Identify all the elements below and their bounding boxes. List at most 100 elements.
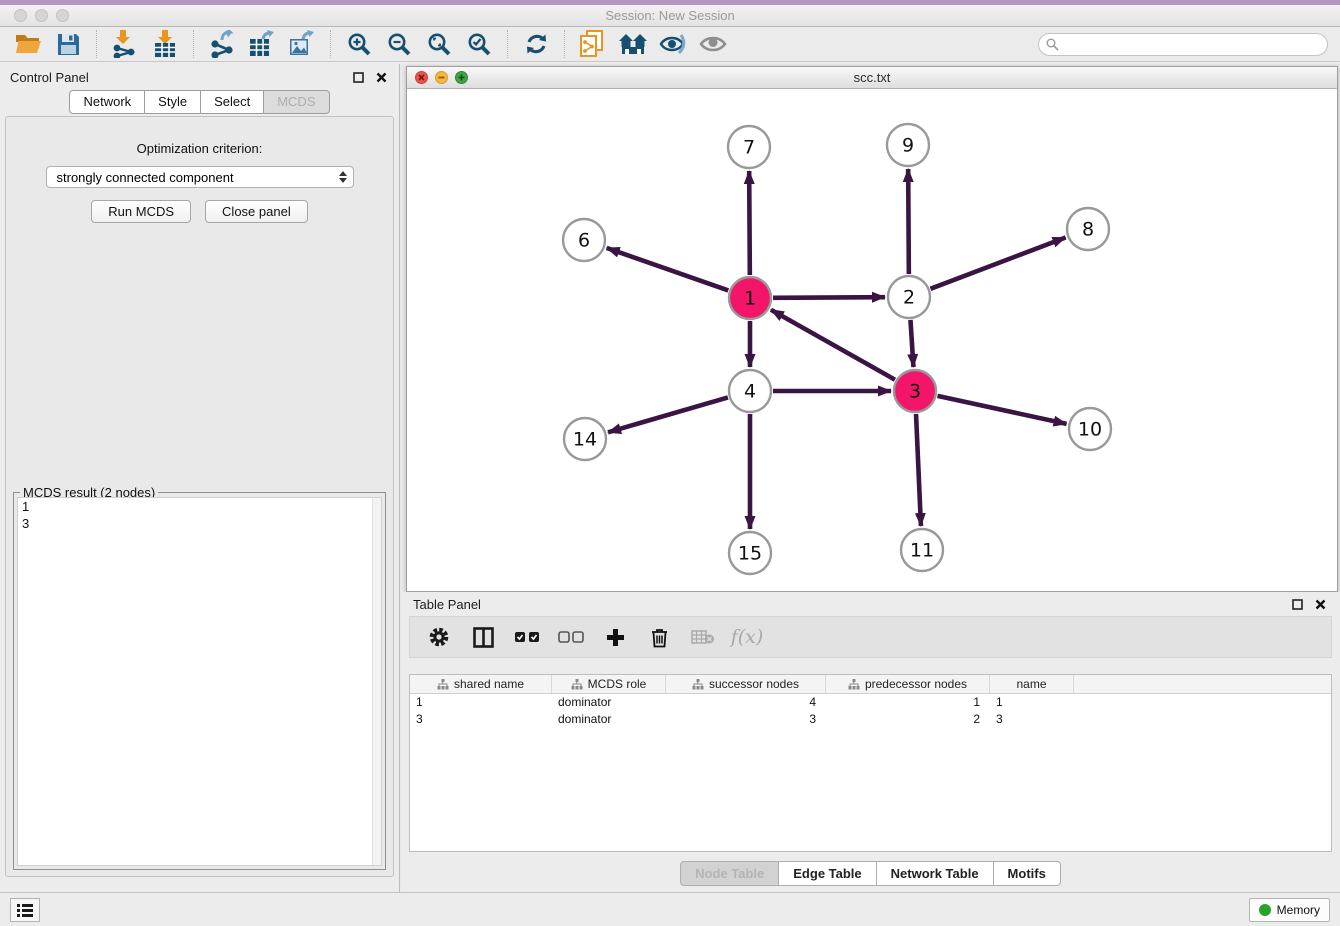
export-image-icon[interactable]: [287, 29, 317, 59]
select-all-icon[interactable]: [510, 622, 544, 652]
graph-node-2[interactable]: 2: [888, 276, 930, 318]
mcds-result-textarea[interactable]: 13: [17, 497, 382, 866]
network-view-window: scc.txt 7 9 6 8 1 2 4 3 14 10 15 11: [406, 66, 1338, 592]
export-network-icon[interactable]: [207, 29, 237, 59]
graph-node-9[interactable]: 9: [887, 124, 929, 166]
tab-edge-table[interactable]: Edge Table: [779, 861, 876, 886]
gear-icon[interactable]: [422, 622, 456, 652]
column-header-predecessor-nodes[interactable]: predecessor nodes: [826, 675, 990, 693]
refresh-icon[interactable]: [521, 29, 551, 59]
table-row[interactable]: 1dominator411: [410, 694, 1331, 711]
tab-select[interactable]: Select: [201, 90, 264, 114]
column-header-name[interactable]: name: [990, 675, 1074, 693]
zoom-window-button[interactable]: [56, 9, 69, 22]
graph-node-3[interactable]: 3: [894, 370, 936, 412]
tab-network-table[interactable]: Network Table: [877, 861, 994, 886]
cell-shared-name[interactable]: 1: [410, 694, 552, 711]
result-scrollbar[interactable]: [372, 498, 381, 865]
run-mcds-button[interactable]: Run MCDS: [91, 200, 191, 223]
graph-node-1[interactable]: 1: [729, 277, 771, 319]
close-panel-button[interactable]: Close panel: [205, 200, 308, 223]
tab-mcds[interactable]: MCDS: [264, 90, 329, 114]
edge-3-11[interactable]: [916, 414, 921, 526]
tab-network[interactable]: Network: [69, 90, 145, 114]
edge-1-6[interactable]: [607, 248, 729, 290]
cell-predecessor-nodes[interactable]: 1: [826, 694, 990, 711]
frame-zoom-button[interactable]: [455, 71, 468, 84]
export-table-icon[interactable]: [247, 29, 277, 59]
column-header-shared-name[interactable]: shared name: [410, 675, 552, 693]
task-list-icon[interactable]: [10, 898, 40, 922]
edge-3-10[interactable]: [937, 396, 1066, 424]
edge-3-1[interactable]: [771, 310, 895, 380]
table-row[interactable]: 3dominator323: [410, 711, 1331, 728]
graph-node-15[interactable]: 15: [729, 532, 771, 574]
graph-node-8[interactable]: 8: [1067, 208, 1109, 250]
cell-name[interactable]: 1: [990, 694, 1074, 711]
svg-text:14: 14: [573, 429, 597, 451]
function-builder-icon[interactable]: f(x): [730, 622, 764, 652]
zoom-selected-icon[interactable]: [464, 29, 494, 59]
edge-2-9[interactable]: [908, 169, 909, 274]
open-folder-icon[interactable]: [13, 29, 43, 59]
edge-1-7[interactable]: [749, 171, 750, 275]
cell-MCDS-role[interactable]: dominator: [552, 711, 666, 728]
cell-successor-nodes[interactable]: 4: [666, 694, 826, 711]
cell-name[interactable]: 3: [990, 711, 1074, 728]
cell-MCDS-role[interactable]: dominator: [552, 694, 666, 711]
network-from-file-icon[interactable]: [578, 29, 608, 59]
hide-eye-icon[interactable]: [658, 29, 688, 59]
graph-node-11[interactable]: 11: [901, 529, 943, 571]
cell-successor-nodes[interactable]: 3: [666, 711, 826, 728]
float-icon[interactable]: [350, 69, 366, 85]
search-input[interactable]: [1059, 38, 1320, 52]
tab-motifs[interactable]: Motifs: [994, 861, 1061, 886]
graph-node-14[interactable]: 14: [564, 418, 606, 460]
zoom-out-icon[interactable]: [384, 29, 414, 59]
network-canvas-svg[interactable]: 7 9 6 8 1 2 4 3 14 10 15 11: [407, 90, 1337, 592]
delete-icon[interactable]: [642, 622, 676, 652]
close-icon[interactable]: [373, 69, 389, 85]
add-icon[interactable]: [598, 622, 632, 652]
graph-node-4[interactable]: 4: [729, 370, 771, 412]
minimize-window-button[interactable]: [35, 9, 48, 22]
frame-minimize-button[interactable]: [435, 71, 448, 84]
criterion-select[interactable]: strongly connected component: [46, 166, 354, 188]
edge-4-14[interactable]: [608, 397, 728, 432]
graph-node-10[interactable]: 10: [1069, 408, 1111, 450]
column-header-successor-nodes[interactable]: successor nodes: [666, 675, 826, 693]
network-canvas[interactable]: 7 9 6 8 1 2 4 3 14 10 15 11: [407, 90, 1337, 591]
edge-2-8[interactable]: [931, 238, 1066, 289]
svg-text:4: 4: [744, 381, 756, 403]
graph-node-7[interactable]: 7: [728, 126, 770, 168]
zoom-fit-icon[interactable]: [424, 29, 454, 59]
memory-status-button[interactable]: Memory: [1249, 898, 1330, 922]
toolbar-search-field[interactable]: [1038, 33, 1328, 56]
graph-node-6[interactable]: 6: [563, 219, 605, 261]
cell-predecessor-nodes[interactable]: 2: [826, 711, 990, 728]
column-header-label: MCDS role: [588, 677, 647, 691]
frame-close-button[interactable]: [415, 71, 428, 84]
home-icon[interactable]: [618, 29, 648, 59]
cell-shared-name[interactable]: 3: [410, 711, 552, 728]
deselect-all-icon[interactable]: [554, 622, 588, 652]
close-icon[interactable]: [1312, 596, 1328, 612]
delete-table-icon[interactable]: [686, 622, 720, 652]
save-icon[interactable]: [53, 29, 83, 59]
show-eye-icon[interactable]: [698, 29, 728, 59]
edge-2-3[interactable]: [910, 320, 913, 367]
shared-column-icon: [692, 679, 704, 690]
import-table-icon[interactable]: [150, 29, 180, 59]
window-traffic-lights[interactable]: [14, 9, 69, 22]
node-table[interactable]: shared name MCDS role successor nodesprede…: [409, 674, 1332, 852]
close-window-button[interactable]: [14, 9, 27, 22]
float-icon[interactable]: [1289, 596, 1305, 612]
column-header-MCDS-role[interactable]: MCDS role: [552, 675, 666, 693]
tab-node-table[interactable]: Node Table: [680, 861, 779, 886]
edge-1-2[interactable]: [773, 297, 885, 298]
import-network-icon[interactable]: [110, 29, 140, 59]
columns-icon[interactable]: [466, 622, 500, 652]
zoom-in-icon[interactable]: [344, 29, 374, 59]
network-window-titlebar[interactable]: scc.txt: [407, 67, 1337, 89]
tab-style[interactable]: Style: [145, 90, 201, 114]
